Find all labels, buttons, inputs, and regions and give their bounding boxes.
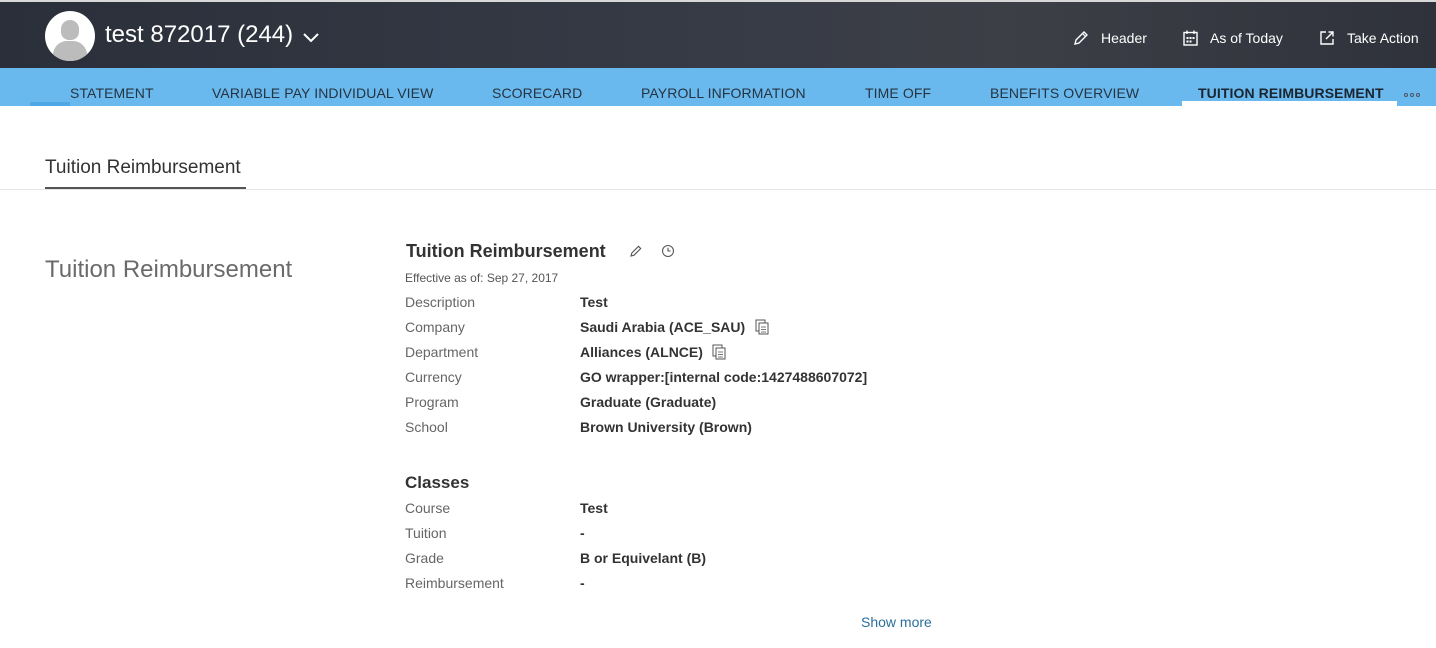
- chevron-down-icon[interactable]: [302, 28, 320, 46]
- field-value-reimbursement: -: [580, 575, 585, 591]
- tab-scroll-indicator: [30, 102, 70, 106]
- field-label-reimbursement: Reimbursement: [405, 575, 504, 591]
- effective-date: Effective as of: Sep 27, 2017: [405, 271, 559, 285]
- field-label-grade: Grade: [405, 550, 444, 566]
- top-header-bar: test 872017 (244) Header As of Today Tak: [0, 0, 1436, 68]
- field-value-description: Test: [580, 294, 608, 310]
- dot: [1404, 93, 1408, 97]
- take-action-label: Take Action: [1347, 30, 1419, 46]
- header-button[interactable]: Header: [1073, 28, 1147, 48]
- field-label-program: Program: [405, 394, 459, 410]
- pencil-icon: [1074, 31, 1088, 45]
- field-label-school: School: [405, 419, 448, 435]
- as-of-today-button[interactable]: As of Today: [1183, 28, 1283, 48]
- field-value-department: Alliances (ALNCE): [580, 344, 703, 360]
- more-tabs-icon[interactable]: [1404, 93, 1420, 97]
- tab-statement[interactable]: STATEMENT: [70, 85, 154, 101]
- active-tab-indicator: [1182, 101, 1397, 106]
- tab-benefits-overview[interactable]: BENEFITS OVERVIEW: [990, 85, 1139, 101]
- field-value-grade: B or Equivelant (B): [580, 550, 707, 566]
- field-value-currency: GO wrapper:[internal code:1427488607072]: [580, 369, 868, 385]
- field-label-department: Department: [405, 344, 479, 360]
- external-link-icon: [1320, 31, 1334, 45]
- take-action-button[interactable]: Take Action: [1319, 28, 1419, 48]
- field-value-tuition: -: [580, 525, 585, 541]
- edit-icon[interactable]: [629, 244, 643, 258]
- copy-icon[interactable]: [755, 319, 769, 335]
- history-icon[interactable]: [661, 244, 675, 258]
- tab-scorecard[interactable]: SCORECARD: [492, 85, 582, 101]
- avatar-body: [53, 41, 87, 61]
- avatar-head: [61, 20, 79, 40]
- classes-title: Classes: [405, 473, 470, 492]
- field-label-currency: Currency: [405, 369, 462, 385]
- header-button-label: Header: [1101, 30, 1147, 46]
- dot: [1410, 93, 1414, 97]
- calendar-icon: [1183, 30, 1198, 46]
- side-section-title: Tuition Reimbursement: [45, 256, 293, 283]
- employee-name[interactable]: test 872017 (244): [105, 21, 293, 49]
- field-label-course: Course: [405, 500, 451, 516]
- field-label-description: Description: [405, 294, 476, 310]
- tab-time-off[interactable]: TIME OFF: [865, 85, 931, 101]
- show-more-link[interactable]: Show more: [861, 614, 932, 630]
- section-divider: [0, 189, 1436, 190]
- field-value-school: Brown University (Brown): [580, 419, 752, 435]
- field-label-tuition: Tuition: [405, 525, 447, 541]
- as-of-today-label: As of Today: [1210, 30, 1283, 46]
- block-title: Tuition Reimbursement: [406, 241, 606, 261]
- field-value-course: Test: [580, 500, 608, 516]
- copy-icon[interactable]: [712, 344, 726, 360]
- field-value-company: Saudi Arabia (ACE_SAU): [580, 319, 746, 335]
- tab-variable-pay-individual-view[interactable]: VARIABLE PAY INDIVIDUAL VIEW: [212, 85, 433, 101]
- field-value-program: Graduate (Graduate): [580, 394, 717, 410]
- tab-tuition-reimbursement[interactable]: TUITION REIMBURSEMENT: [1198, 85, 1384, 101]
- section-tab-tuition-reimbursement[interactable]: Tuition Reimbursement: [45, 157, 241, 179]
- dot: [1416, 93, 1420, 97]
- field-label-company: Company: [405, 319, 465, 335]
- avatar[interactable]: [45, 11, 95, 61]
- tab-payroll-information[interactable]: PAYROLL INFORMATION: [641, 85, 806, 101]
